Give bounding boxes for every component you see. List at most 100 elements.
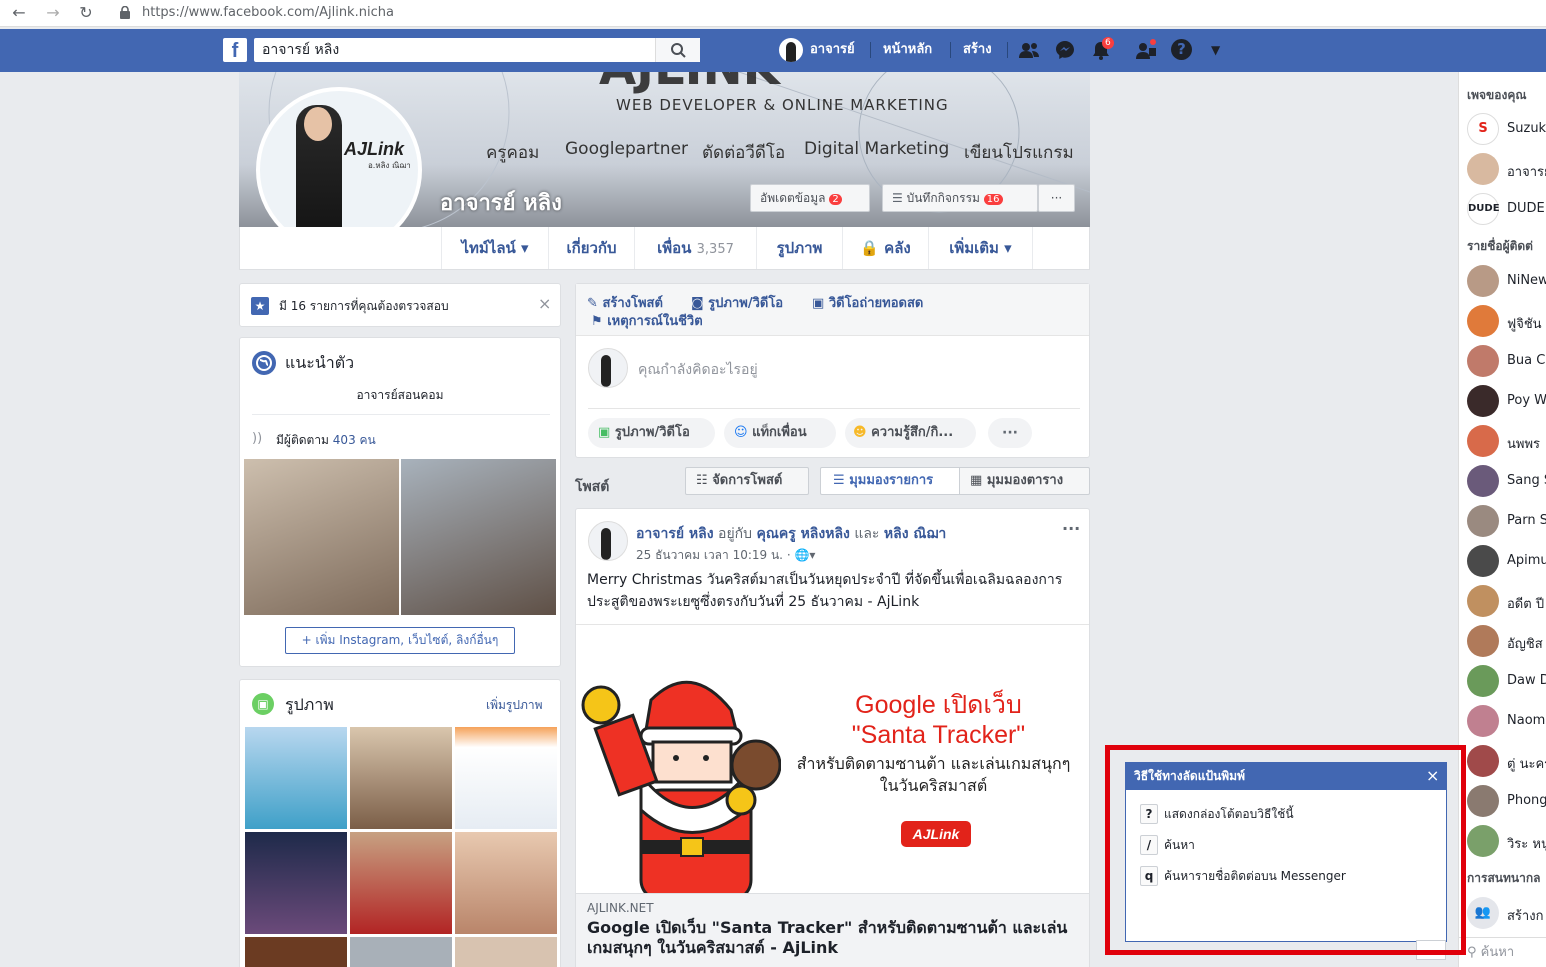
photo-thumbnail[interactable]	[455, 937, 557, 967]
photo-thumbnail[interactable]	[245, 832, 347, 934]
facebook-logo-icon[interactable]: f	[223, 38, 247, 62]
photo-thumbnail[interactable]	[350, 832, 452, 934]
cover-menu-item: ครูคอม	[486, 143, 540, 163]
photo-thumbnail[interactable]	[350, 937, 452, 967]
list-item[interactable]: Phong	[1467, 785, 1546, 817]
link-preview-caption[interactable]: AJLINK.NET Google เปิดเว็บ "Santa Tracke…	[576, 893, 1089, 967]
cover-menu-item: ตัดต่อวีดีโอ	[702, 143, 786, 163]
life-event-tab[interactable]: ⚑ เหตุการณ์ในชีวิต	[591, 310, 703, 331]
list-item[interactable]: Apimu	[1467, 545, 1546, 577]
list-item[interactable]: Parn S	[1467, 505, 1546, 537]
list-item[interactable]: อาจารย	[1467, 153, 1546, 185]
search-button[interactable]	[655, 38, 700, 62]
followers-text: มีผู้ติดตาม 403 คน	[276, 433, 376, 447]
quick-help-people-icon[interactable]	[1135, 39, 1157, 61]
manage-posts-button[interactable]: ☷ จัดการโพสต์	[685, 467, 809, 495]
featured-photo[interactable]	[244, 459, 399, 615]
flag-icon: ⚑	[591, 314, 603, 329]
create-group-item[interactable]: 👥 สร้างก	[1467, 897, 1546, 929]
list-item[interactable]: Sang S	[1467, 465, 1546, 497]
reload-icon[interactable]: ↻	[75, 2, 97, 24]
tab-photos[interactable]: รูปภาพ	[756, 227, 842, 269]
list-item[interactable]: DUDE DUDE	[1467, 193, 1546, 225]
photo-thumbnail[interactable]	[245, 937, 347, 967]
list-item[interactable]: Daw D	[1467, 665, 1546, 697]
update-info-button[interactable]: อัพเดตข้อมูล 2	[750, 184, 870, 212]
forward-icon[interactable]: →	[42, 2, 64, 24]
lock-icon	[120, 6, 130, 19]
svg-text:AJLINK: AJLINK	[599, 72, 782, 96]
post-options-icon[interactable]: ···	[1062, 519, 1080, 538]
composer-input[interactable]: คุณกำลังคิดอะไรอยู่	[638, 359, 758, 381]
cover-menu-item: Digital Marketing	[804, 139, 950, 159]
list-item[interactable]: อัญชิส	[1467, 625, 1546, 657]
list-item[interactable]: วิระ หนู	[1467, 825, 1546, 857]
photo-thumbnail[interactable]	[455, 832, 557, 934]
chat-search-input[interactable]: ⚲ ค้นหา	[1459, 937, 1546, 967]
posts-label: โพสต์	[575, 479, 610, 495]
tab-friends[interactable]: เพื่อน 3,357	[634, 227, 756, 269]
back-icon[interactable]: ←	[8, 2, 30, 24]
avatar[interactable]	[779, 38, 803, 62]
list-item[interactable]: ฟูจิชัน	[1467, 305, 1546, 337]
feeling-button[interactable]: ☻ ความรู้สึก/กิ...	[845, 418, 976, 448]
featured-photo[interactable]	[401, 459, 556, 615]
list-item[interactable]: Poy W	[1467, 385, 1546, 417]
create-link[interactable]: สร้าง	[963, 39, 992, 61]
tab-timeline[interactable]: ไทม์ไลน์ ▾	[441, 227, 548, 269]
photos-icon: ▣	[252, 693, 274, 715]
tagged-user-link[interactable]: หลิง ณิฌา	[884, 526, 946, 542]
add-links-button[interactable]: + เพิ่ม Instagram, เว็บไซต์, ลิงก์อื่นๆ	[285, 627, 515, 654]
list-item[interactable]: Bua C	[1467, 345, 1546, 377]
review-items-card[interactable]: ★ มี 16 รายการที่คุณต้องตรวจสอบ ×	[239, 283, 561, 327]
browser-toolbar: ← → ↻ https://www.facebook.com/Ajlink.ni…	[0, 0, 1546, 27]
grid-view-button[interactable]: ▦ มุมมองตาราง	[959, 467, 1090, 495]
address-bar[interactable]: https://www.facebook.com/Ajlink.nicha	[142, 3, 394, 23]
post-composer: ✎ สร้างโพสต์ ◙ รูปภาพ/วิดีโอ ▣ วิดีโอถ่า…	[575, 283, 1090, 458]
post-author-link[interactable]: อาจารย์ หลิง	[636, 526, 714, 542]
add-photos-link[interactable]: เพิ่มรูปภาพ	[486, 696, 543, 715]
avatar[interactable]	[588, 521, 628, 561]
more-options-button[interactable]: ···	[988, 418, 1032, 448]
more-options-button[interactable]: ···	[1038, 184, 1075, 212]
photos-title: รูปภาพ	[285, 695, 334, 714]
list-item[interactable]: S Suzuk	[1467, 113, 1546, 145]
profile-name[interactable]: อาจารย์ หลิง	[440, 185, 562, 220]
list-item[interactable]: NiNew	[1467, 265, 1546, 297]
close-icon[interactable]: ×	[538, 294, 551, 313]
friend-requests-icon[interactable]	[1018, 39, 1040, 61]
list-item[interactable]: อดีต ปี	[1467, 585, 1546, 617]
photo-thumbnail[interactable]	[350, 727, 452, 829]
profile-link[interactable]: อาจารย์	[810, 39, 855, 61]
photo-thumbnail[interactable]	[455, 727, 557, 829]
list-view-button[interactable]: ☰ มุมมองรายการ	[820, 467, 960, 495]
tab-about[interactable]: เกี่ยวกับ	[548, 227, 634, 269]
link-title: Google เปิดเว็บ "Santa Tracker" สำหรับติ…	[587, 918, 1068, 957]
link-preview-image[interactable]: Google เปิดเว็บ "Santa Tracker" สำหรับติ…	[576, 625, 1089, 893]
tagged-user-link[interactable]: คุณครู หลิงหลิง	[756, 526, 849, 542]
post-timestamp[interactable]: 25 ธันวาคม เวลา 10:19 น. · 🌐▾	[636, 546, 815, 565]
help-icon[interactable]: ?	[1171, 39, 1192, 60]
tag-friends-button[interactable]: ☺ แท็กเพื่อน	[724, 418, 836, 448]
live-video-tab[interactable]: ▣ วิดีโอถ่ายทอดสด	[812, 292, 923, 313]
photo-thumbnail[interactable]	[245, 727, 347, 829]
photo-video-button[interactable]: ▣ รูปภาพ/วิดีโอ	[588, 418, 715, 448]
star-icon: ★	[251, 297, 269, 315]
home-link[interactable]: หน้าหลัก	[883, 39, 932, 61]
list-item[interactable]: ตู่ นะครั	[1467, 745, 1546, 777]
tab-archive[interactable]: 🔒 คลัง	[842, 227, 928, 269]
tab-more[interactable]: เพิ่มเติม ▾	[928, 227, 1033, 269]
search-input[interactable]	[254, 38, 700, 62]
photo-video-tab[interactable]: ◙ รูปภาพ/วิดีโอ	[691, 292, 783, 313]
activity-log-button[interactable]: ☰ บันทึกกิจกรรม 16	[882, 184, 1038, 212]
profile-tabs: ไทม์ไลน์ ▾ เกี่ยวกับ เพื่อน 3,357 รูปภาพ…	[239, 227, 1090, 270]
image-icon: ▣	[598, 425, 611, 440]
search-icon	[671, 43, 686, 58]
list-item[interactable]: Naomi	[1467, 705, 1546, 737]
list-item[interactable]: นพพร	[1467, 425, 1546, 457]
globe-icon: 🌐▾	[794, 548, 816, 562]
messenger-icon[interactable]	[1054, 39, 1076, 61]
cover-menu-item: Googlepartner	[565, 139, 689, 159]
profile-logo: AJLink	[344, 139, 405, 159]
account-menu-chevron-down-icon[interactable]: ▼	[1211, 39, 1220, 61]
